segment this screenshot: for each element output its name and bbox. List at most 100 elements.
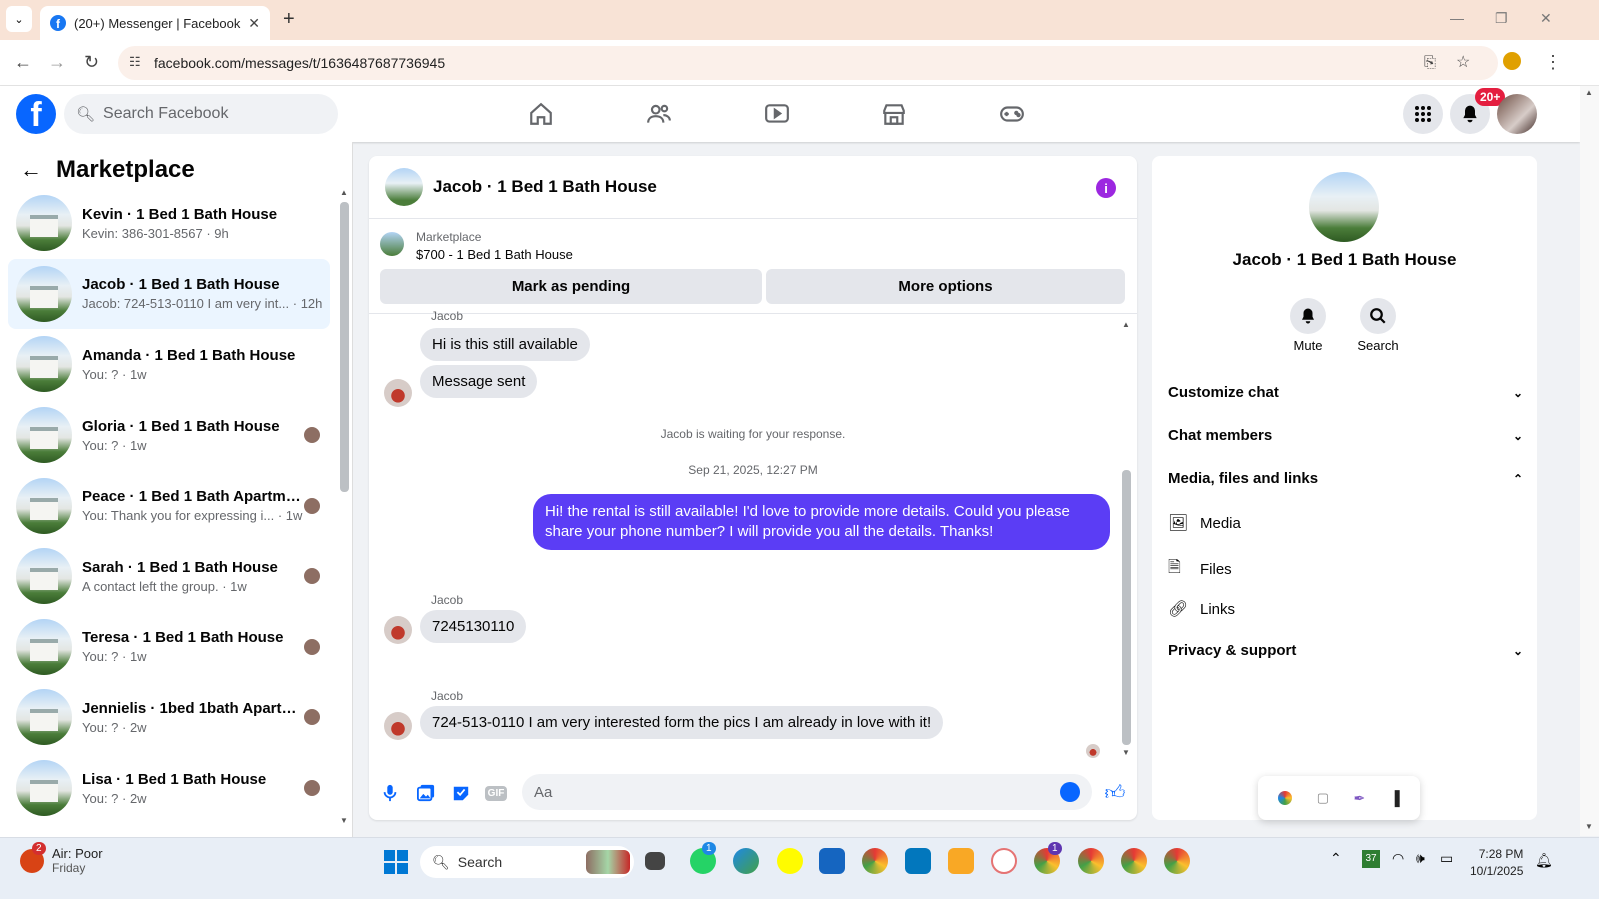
- back-icon[interactable]: ←: [14, 52, 32, 73]
- sidebar-scrollbar[interactable]: ▲ ▼: [338, 188, 350, 828]
- remote-desktop-icon[interactable]: [905, 848, 931, 874]
- chat-title[interactable]: Jacob · 1 Bed 1 Bath House: [433, 177, 657, 197]
- conversation-thumbnail: [16, 336, 72, 393]
- facebook-search-input[interactable]: 🔍︎ Search Facebook: [64, 94, 338, 134]
- site-settings-icon[interactable]: ☷: [129, 54, 141, 70]
- conversation-name: Gloria · 1 Bed 1 Bath House: [82, 417, 280, 435]
- start-windows-icon[interactable]: [384, 850, 408, 874]
- notification-center-icon[interactable]: 🔔︎: [1535, 852, 1553, 869]
- chrome-badge: 1: [1048, 842, 1062, 855]
- sidebar-scrollbar-thumb[interactable]: [340, 202, 349, 492]
- thumbs-up-icon[interactable]: 👍︎: [1104, 782, 1126, 804]
- minimize-icon[interactable]: —: [1450, 10, 1464, 26]
- files-item[interactable]: 🗎 Files: [1168, 556, 1232, 583]
- conversation-item[interactable]: Amanda · 1 Bed 1 Bath House You: ? · 1w: [8, 329, 330, 400]
- home-icon[interactable]: [526, 100, 556, 128]
- volume-icon[interactable]: 🕪︎: [1416, 850, 1425, 867]
- photo-attach-icon[interactable]: [415, 782, 437, 804]
- app-icon[interactable]: [991, 848, 1017, 874]
- install-app-icon[interactable]: ⎘: [1424, 54, 1436, 71]
- sender-name: Jacob: [431, 593, 464, 607]
- customize-chat-section[interactable]: Customize chat ⌄: [1168, 384, 1523, 401]
- restore-icon[interactable]: ❐: [1495, 10, 1508, 27]
- file-explorer-icon[interactable]: [948, 848, 974, 874]
- store-icon[interactable]: [819, 848, 845, 874]
- chevron-down-icon: ⌄: [1512, 385, 1523, 400]
- gif-icon[interactable]: GIF: [484, 782, 508, 804]
- marketplace-icon[interactable]: [879, 100, 909, 128]
- message-bubble[interactable]: 724-513-0110 I am very interested form t…: [420, 706, 944, 739]
- media-files-links-section[interactable]: Media, files and links ⌃: [1168, 470, 1523, 487]
- close-window-icon[interactable]: ✕: [1540, 10, 1552, 27]
- sticker-icon[interactable]: [450, 782, 472, 804]
- weather-widget[interactable]: 2 Air: Poor Friday: [20, 842, 103, 875]
- reload-icon[interactable]: ↻: [84, 52, 99, 73]
- page-scrollbar[interactable]: ▲ ▼: [1580, 86, 1599, 836]
- color-wheel-icon[interactable]: [1278, 791, 1293, 805]
- microphone-icon[interactable]: [379, 782, 401, 804]
- facebook-logo-icon[interactable]: f: [16, 94, 56, 134]
- cup-icon[interactable]: ▢: [1317, 790, 1329, 806]
- message-bubble[interactable]: 7245130110: [420, 610, 527, 643]
- message-bubble[interactable]: Hi is this still available: [420, 328, 590, 361]
- sender-avatar[interactable]: [384, 712, 412, 740]
- chrome-icon[interactable]: [862, 848, 888, 874]
- profile-icon[interactable]: [1503, 52, 1521, 70]
- sender-avatar[interactable]: [384, 616, 412, 644]
- clock[interactable]: 7:28 PM 10/1/2025: [1470, 846, 1523, 880]
- taskbar-search-input[interactable]: 🔍︎ Search: [420, 846, 634, 878]
- wifi-icon[interactable]: ◠: [1392, 850, 1404, 867]
- message-bubble[interactable]: Message sent: [420, 365, 538, 398]
- chart-bars-icon[interactable]: ▐: [1390, 790, 1400, 806]
- conversation-item[interactable]: Lisa · 1 Bed 1 Bath House You: ? · 2w: [8, 753, 330, 824]
- message-input[interactable]: Aa: [522, 774, 1092, 810]
- conversation-item[interactable]: Sarah · 1 Bed 1 Bath House A contact left…: [8, 541, 330, 612]
- chat-scrollbar[interactable]: ▲ ▼: [1121, 320, 1131, 760]
- links-item[interactable]: 🔗︎ Links: [1168, 599, 1235, 619]
- conversation-item[interactable]: Jennielis · 1bed 1bath Apartm... You: ? ·…: [8, 682, 330, 753]
- my-message-bubble[interactable]: Hi! the rental is still available! I'd l…: [533, 494, 1110, 550]
- back-arrow-icon[interactable]: ←: [20, 157, 42, 183]
- chat-avatar[interactable]: [385, 168, 423, 206]
- account-avatar[interactable]: [1497, 94, 1537, 134]
- privacy-support-section[interactable]: Privacy & support ⌄: [1168, 642, 1523, 659]
- mute-bell-icon[interactable]: [1290, 298, 1326, 334]
- chat-members-section[interactable]: Chat members ⌄: [1168, 427, 1523, 444]
- chrome-profile-icon[interactable]: [1078, 848, 1104, 874]
- chat-scrollbar-thumb[interactable]: [1122, 470, 1131, 745]
- close-tab-icon[interactable]: ✕: [248, 15, 260, 32]
- chrome-profile-icon[interactable]: [1121, 848, 1147, 874]
- more-options-button[interactable]: More options: [766, 269, 1125, 304]
- media-item[interactable]: 🖼︎ Media: [1168, 513, 1241, 533]
- new-tab-icon[interactable]: +: [283, 8, 295, 31]
- pen-icon[interactable]: ✒: [1354, 790, 1366, 807]
- edge-icon[interactable]: [733, 848, 759, 874]
- menu-grid-icon[interactable]: [1403, 94, 1443, 134]
- video-icon[interactable]: [762, 100, 792, 128]
- bookmark-star-icon[interactable]: ☆: [1456, 52, 1470, 72]
- browser-menu-icon[interactable]: ⋮: [1544, 52, 1562, 73]
- calendar-app-icon[interactable]: 37: [1362, 850, 1380, 868]
- mark-as-pending-button[interactable]: Mark as pending: [380, 269, 762, 304]
- sender-avatar[interactable]: [384, 379, 412, 407]
- conversation-info-icon[interactable]: i: [1096, 178, 1116, 198]
- chrome-profile-icon[interactable]: [1164, 848, 1190, 874]
- conversation-item[interactable]: Kevin · 1 Bed 1 Bath House Kevin: 386-301…: [8, 188, 330, 259]
- conversation-item[interactable]: Jacob · 1 Bed 1 Bath House Jacob: 724-513…: [8, 258, 330, 330]
- conversation-item[interactable]: Teresa · 1 Bed 1 Bath House You: ? · 1w: [8, 612, 330, 683]
- snapchat-icon[interactable]: [777, 848, 803, 874]
- search-conversation-icon[interactable]: [1360, 298, 1396, 334]
- emoji-icon[interactable]: [1060, 782, 1080, 802]
- forward-icon[interactable]: →: [48, 52, 66, 73]
- battery-icon[interactable]: ▭: [1440, 850, 1453, 867]
- listing-title: $700 - 1 Bed 1 Bath House: [416, 247, 573, 262]
- conversation-item[interactable]: Gloria · 1 Bed 1 Bath House You: ? · 1w: [8, 400, 330, 471]
- task-view-icon[interactable]: [645, 852, 665, 870]
- friends-icon[interactable]: [644, 100, 674, 128]
- tray-chevron-icon[interactable]: ⌃: [1330, 850, 1342, 867]
- url-input[interactable]: ☷ facebook.com/messages/t/16364876877369…: [118, 46, 1498, 80]
- gaming-icon[interactable]: [997, 100, 1027, 128]
- tab-search-icon[interactable]: ⌄: [6, 6, 32, 32]
- browser-tab[interactable]: f (20+) Messenger | Facebook ✕: [40, 6, 270, 40]
- conversation-item[interactable]: Peace · 1 Bed 1 Bath Apartme... You: Than…: [8, 470, 330, 541]
